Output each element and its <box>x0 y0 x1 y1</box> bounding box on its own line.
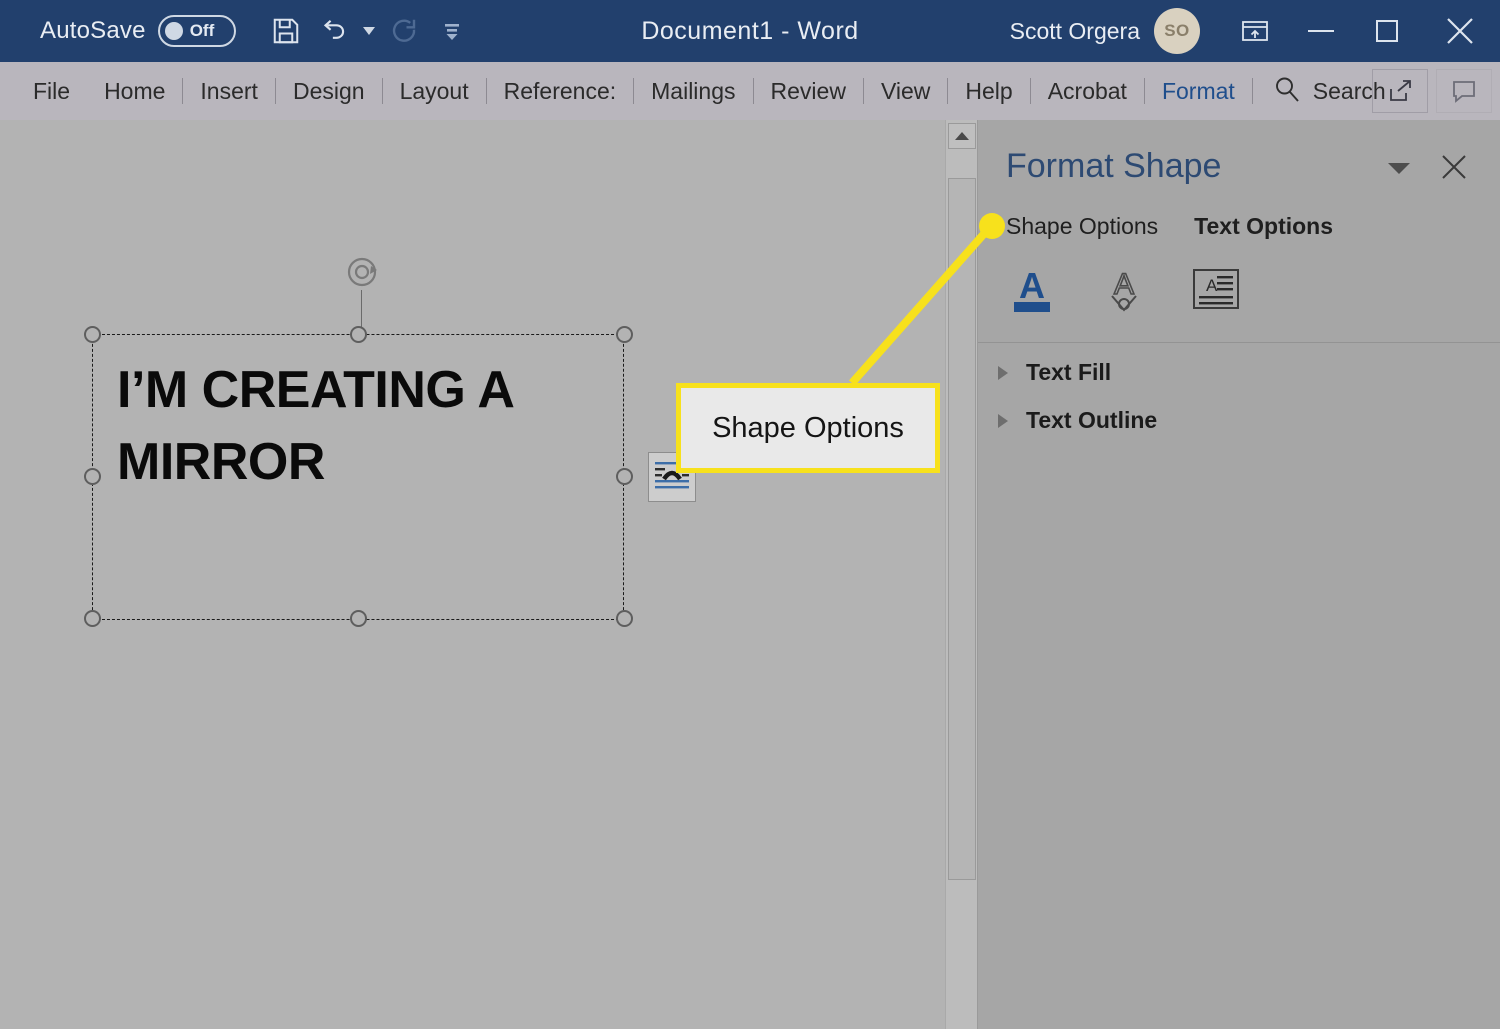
ribbon-tab-bar: File Home Insert Design Layout Reference… <box>0 62 1500 120</box>
pane-tab-group: Shape Options Text Options <box>1006 213 1333 240</box>
title-bar: AutoSave Off Document1 - Word Scott Orge… <box>0 0 1500 62</box>
pane-tab-text-options[interactable]: Text Options <box>1194 213 1333 240</box>
maximize-icon[interactable] <box>1354 0 1420 62</box>
section-text-outline-label: Text Outline <box>1026 407 1158 433</box>
annotation-callout: Shape Options <box>676 383 940 473</box>
section-text-outline[interactable]: Text Outline <box>998 407 1157 434</box>
word-window: AutoSave Off Document1 - Word Scott Orge… <box>0 0 1500 1029</box>
ribbon-tab-acrobat[interactable]: Acrobat <box>1031 62 1144 120</box>
ribbon-tab-references[interactable]: Reference: <box>487 62 634 120</box>
user-name[interactable]: Scott Orgera <box>1010 18 1140 45</box>
autosave-label: AutoSave <box>40 17 146 44</box>
undo-icon[interactable] <box>312 9 356 53</box>
close-icon[interactable] <box>1420 0 1500 62</box>
autosave-toggle[interactable]: Off <box>157 15 236 47</box>
pane-icon-row: A A A <box>1006 262 1242 316</box>
search-icon <box>1273 75 1301 108</box>
ribbon-right-actions <box>1372 62 1492 120</box>
selection-handle-bottom-left[interactable] <box>84 610 101 627</box>
quick-access-toolbar <box>264 9 474 53</box>
autosave-state-label: Off <box>189 21 215 40</box>
pane-dropdown-icon[interactable] <box>1386 160 1412 181</box>
pane-title: Format Shape <box>1006 147 1222 185</box>
selection-handle-top-right[interactable] <box>616 326 633 343</box>
pane-close-icon[interactable] <box>1440 153 1468 186</box>
text-fill-and-outline-icon[interactable]: A <box>1006 262 1058 316</box>
rotate-handle-icon[interactable] <box>340 250 384 294</box>
ribbon-tab-review[interactable]: Review <box>754 62 863 120</box>
ribbon-tab-home[interactable]: Home <box>87 62 182 120</box>
selection-handle-bottom-center[interactable] <box>350 610 367 627</box>
ribbon-tab-file[interactable]: File <box>16 62 87 120</box>
redo-icon <box>382 9 426 53</box>
ribbon-tab-help[interactable]: Help <box>948 62 1029 120</box>
chevron-right-icon <box>998 365 1008 380</box>
ribbon-tab-insert[interactable]: Insert <box>183 62 275 120</box>
text-effects-icon[interactable]: A <box>1098 262 1150 316</box>
comments-icon[interactable] <box>1436 69 1492 113</box>
autosave-toggle-knob <box>164 22 183 40</box>
undo-dropdown-icon[interactable] <box>360 9 378 53</box>
svg-text:A: A <box>1019 265 1045 306</box>
selected-textbox[interactable]: I’M CREATING A MIRROR <box>92 334 624 620</box>
selection-handle-bottom-right[interactable] <box>616 610 633 627</box>
textbox-layout-icon[interactable]: A <box>1190 262 1242 316</box>
vertical-scroll-thumb[interactable] <box>948 178 976 880</box>
search-box[interactable]: Search <box>1253 75 1386 108</box>
ribbon-tab-layout[interactable]: Layout <box>383 62 486 120</box>
section-text-fill[interactable]: Text Fill <box>998 359 1111 386</box>
selection-handle-middle-left[interactable] <box>84 468 101 485</box>
vertical-scrollbar[interactable] <box>945 120 977 1029</box>
ribbon-tab-format[interactable]: Format <box>1145 62 1252 120</box>
ribbon-tab-mailings[interactable]: Mailings <box>634 62 752 120</box>
share-icon[interactable] <box>1372 69 1428 113</box>
selection-handle-top-center[interactable] <box>350 326 367 343</box>
format-shape-pane: Format Shape Shape Options Text Options … <box>977 120 1500 1029</box>
save-icon[interactable] <box>264 9 308 53</box>
pane-tab-shape-options[interactable]: Shape Options <box>1006 213 1158 240</box>
title-bar-right: Scott Orgera SO <box>1010 0 1500 62</box>
selection-handle-middle-right[interactable] <box>616 468 633 485</box>
scroll-up-arrow-icon[interactable] <box>948 123 976 149</box>
ribbon-display-options-icon[interactable] <box>1222 0 1288 62</box>
svg-text:A: A <box>1206 276 1218 295</box>
minimize-icon[interactable] <box>1288 0 1354 62</box>
section-text-fill-label: Text Fill <box>1026 359 1112 385</box>
ribbon-tab-design[interactable]: Design <box>276 62 382 120</box>
svg-text:A: A <box>1114 268 1134 301</box>
customize-quick-access-toolbar-icon[interactable] <box>430 9 474 53</box>
avatar[interactable]: SO <box>1154 8 1200 54</box>
selection-handle-top-left[interactable] <box>84 326 101 343</box>
ribbon-tab-view[interactable]: View <box>864 62 947 120</box>
document-canvas[interactable]: I’M CREATING A MIRROR <box>0 120 935 1029</box>
annotation-callout-label: Shape Options <box>712 411 904 444</box>
textbox-text[interactable]: I’M CREATING A MIRROR <box>117 355 617 499</box>
chevron-right-icon <box>998 413 1008 428</box>
pane-divider <box>978 342 1500 343</box>
